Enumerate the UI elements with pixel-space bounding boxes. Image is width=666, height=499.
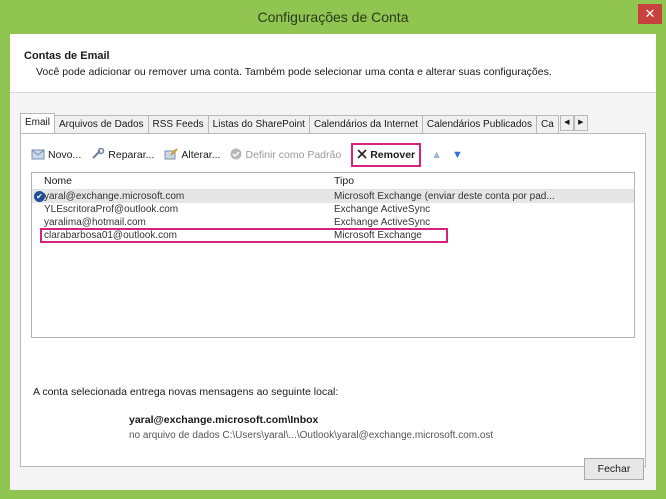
scroll-left-icon[interactable]: ◀	[559, 115, 574, 131]
account-toolbar: Novo... Reparar... Alterar... Definir co…	[31, 143, 473, 167]
account-list: Nome Tipo ✔ yaral@exchange.microsoft.com…	[31, 172, 635, 338]
column-header-name[interactable]: Nome	[44, 173, 72, 189]
change-button-label: Alterar...	[181, 149, 221, 161]
tab-rss-feeds[interactable]: RSS Feeds	[147, 115, 209, 134]
delivery-data-file-path: no arquivo de dados C:\Users\yaral\...\O…	[129, 430, 494, 441]
tab-email[interactable]: Email	[20, 113, 56, 134]
header-title: Contas de Email	[24, 50, 110, 62]
repair-button[interactable]: Reparar...	[91, 144, 154, 166]
window-title: Configurações de Conta	[257, 9, 409, 25]
account-name: YLEscritoraProf@outlook.com	[44, 204, 179, 215]
new-button[interactable]: Novo...	[31, 144, 81, 166]
tab-strip: Email Arquivos de Dados RSS Feeds Listas…	[20, 113, 646, 134]
header-description: Você pode adicionar ou remover uma conta…	[36, 66, 552, 78]
x-icon	[357, 148, 367, 162]
repair-icon	[91, 147, 105, 163]
set-default-label: Definir como Padrão	[245, 149, 342, 161]
tab-data-files[interactable]: Arquivos de Dados	[54, 115, 149, 134]
list-item[interactable]: ✔ yaral@exchange.microsoft.com Microsoft…	[32, 190, 634, 203]
highlighted-row-outline	[40, 228, 448, 243]
set-default-button[interactable]: Definir como Padrão	[230, 144, 341, 166]
tab-internet-calendars[interactable]: Calendários da Internet	[308, 115, 423, 134]
email-tab-panel: Novo... Reparar... Alterar... Definir co…	[20, 133, 646, 467]
account-settings-window: Configurações de Conta ✕ Contas de Email…	[0, 0, 666, 499]
new-account-icon	[31, 148, 45, 163]
change-icon	[164, 147, 179, 163]
close-button[interactable]: Fechar	[584, 458, 644, 480]
arrow-up-icon[interactable]: ▲	[431, 149, 442, 161]
new-button-label: Novo...	[48, 149, 82, 161]
dialog-header: Contas de Email Você pode adicionar ou r…	[10, 34, 656, 93]
change-button[interactable]: Alterar...	[164, 144, 220, 166]
repair-button-label: Reparar...	[108, 149, 155, 161]
account-type: Exchange ActiveSync	[334, 204, 431, 215]
tab-address-books[interactable]: Ca	[535, 115, 559, 134]
account-type: Microsoft Exchange (enviar deste conta p…	[334, 191, 555, 202]
delivery-mailbox: yaral@exchange.microsoft.com\Inbox	[129, 414, 319, 426]
list-item[interactable]: YLEscritoraProf@outlook.com Exchange Act…	[32, 203, 634, 216]
tab-scroll: ◀ ▶	[559, 115, 588, 133]
tab-sharepoint-lists[interactable]: Listas do SharePoint	[207, 115, 310, 134]
scroll-right-icon[interactable]: ▶	[573, 115, 588, 131]
dialog-client: Contas de Email Você pode adicionar ou r…	[10, 34, 656, 490]
tab-published-calendars[interactable]: Calendários Publicados	[421, 115, 537, 134]
column-header-type[interactable]: Tipo	[334, 173, 354, 189]
checkmark-icon	[230, 148, 242, 163]
close-icon[interactable]: ✕	[638, 4, 662, 24]
title-bar: Configurações de Conta ✕	[0, 0, 666, 34]
list-header: Nome Tipo	[32, 173, 634, 190]
account-name: yaral@exchange.microsoft.com	[44, 191, 185, 202]
remove-button[interactable]: Remover	[351, 143, 422, 167]
remove-button-label: Remover	[370, 149, 416, 161]
arrow-down-icon[interactable]: ▼	[452, 149, 463, 161]
delivery-location-label: A conta selecionada entrega novas mensag…	[33, 386, 339, 398]
